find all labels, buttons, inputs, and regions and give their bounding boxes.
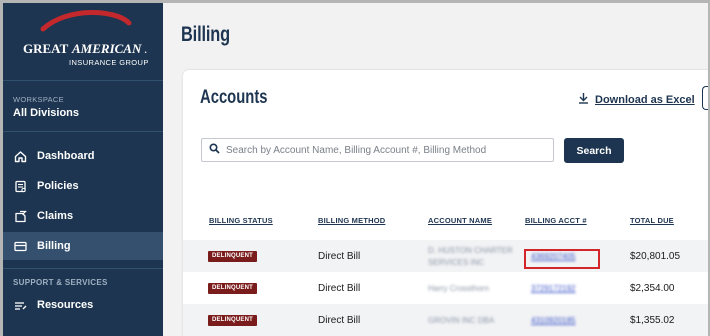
status-badge: DELINQUENT <box>208 283 257 294</box>
account-name-cell-line2: SERVICES INC <box>428 258 485 267</box>
account-name-cell: Harry Crossthorn <box>428 284 489 293</box>
logo-swoosh-icon: GREAT AMERICAN . INSURANCE GROUP <box>23 9 149 67</box>
download-excel-label: Download as Excel <box>595 94 695 106</box>
account-name-cell: GROVIN INC DBA <box>428 316 495 325</box>
account-name-cell: D. HUSTON CHARTER <box>428 246 513 255</box>
workspace-selector[interactable]: All Divisions <box>13 107 79 119</box>
sidebar-divider <box>3 80 163 81</box>
svg-text:AMERICAN: AMERICAN <box>71 41 142 56</box>
download-excel-link[interactable]: Download as Excel <box>578 91 695 109</box>
support-section-label: SUPPORT & SERVICES <box>13 278 108 287</box>
table-row[interactable]: DELINQUENT Direct Bill Harry Crossthorn … <box>183 272 708 304</box>
home-icon <box>13 149 27 163</box>
total-due-cell: $20,801.05 <box>630 251 681 262</box>
sidebar-item-label: Dashboard <box>37 150 95 162</box>
sidebar: GREAT AMERICAN . INSURANCE GROUP WORKSPA… <box>3 3 163 336</box>
sidebar-item-billing[interactable]: Billing <box>3 232 163 260</box>
main-content: Billing Accounts Download as Excel Searc… <box>163 3 708 336</box>
column-header-billing-status[interactable]: BILLING STATUS <box>209 216 273 225</box>
status-badge: DELINQUENT <box>208 251 257 262</box>
sidebar-divider <box>3 131 163 132</box>
highlight-box <box>524 249 600 269</box>
search-field[interactable] <box>201 138 554 162</box>
status-badge: DELINQUENT <box>208 315 257 326</box>
svg-text:.: . <box>144 41 147 56</box>
policy-document-icon <box>13 179 27 193</box>
table-row[interactable]: DELINQUENT Direct Bill GROVIN INC DBA 43… <box>183 304 708 336</box>
sidebar-item-label: Claims <box>37 210 74 222</box>
more-options-button[interactable] <box>702 86 708 110</box>
sidebar-item-claims[interactable]: Claims <box>3 202 163 230</box>
claims-icon <box>13 209 27 223</box>
column-header-billing-method[interactable]: BILLING METHOD <box>318 216 385 225</box>
search-icon <box>209 141 220 159</box>
app-window: GREAT AMERICAN . INSURANCE GROUP WORKSPA… <box>3 3 708 336</box>
company-logo[interactable]: GREAT AMERICAN . INSURANCE GROUP <box>3 3 163 80</box>
page-title: Billing <box>181 23 230 46</box>
svg-text:INSURANCE GROUP: INSURANCE GROUP <box>69 58 149 67</box>
sidebar-item-label: Policies <box>37 180 79 192</box>
billing-acct-link[interactable]: 4310920185 <box>531 316 576 325</box>
table-row[interactable]: DELINQUENT Direct Bill D. HUSTON CHARTER… <box>183 240 708 272</box>
total-due-cell: $2,354.00 <box>630 283 675 294</box>
column-header-account-name[interactable]: ACCOUNT NAME <box>428 216 492 225</box>
column-header-billing-acct[interactable]: BILLING ACCT # <box>525 216 587 225</box>
card-title: Accounts <box>200 87 268 108</box>
sidebar-item-dashboard[interactable]: Dashboard <box>3 142 163 170</box>
sidebar-item-label: Billing <box>37 240 71 252</box>
sidebar-item-resources[interactable]: Resources <box>3 291 163 319</box>
workspace-label: WORKSPACE <box>13 95 64 104</box>
column-header-total-due[interactable]: TOTAL DUE <box>630 216 674 225</box>
search-button[interactable]: Search <box>564 138 624 163</box>
billing-acct-link[interactable]: 3729172192 <box>531 284 576 293</box>
sidebar-divider <box>3 268 163 269</box>
sidebar-item-label: Resources <box>37 299 94 311</box>
resources-icon <box>13 298 27 312</box>
search-input[interactable] <box>226 144 546 156</box>
svg-text:GREAT: GREAT <box>23 41 69 56</box>
billing-method-cell: Direct Bill <box>318 283 361 294</box>
billing-method-cell: Direct Bill <box>318 315 361 326</box>
billing-card-icon <box>13 239 27 253</box>
download-icon <box>578 91 589 109</box>
billing-method-cell: Direct Bill <box>318 251 361 262</box>
sidebar-item-policies[interactable]: Policies <box>3 172 163 200</box>
accounts-card: Accounts Download as Excel Search BILLIN… <box>183 70 708 336</box>
total-due-cell: $1,355.02 <box>630 315 675 326</box>
